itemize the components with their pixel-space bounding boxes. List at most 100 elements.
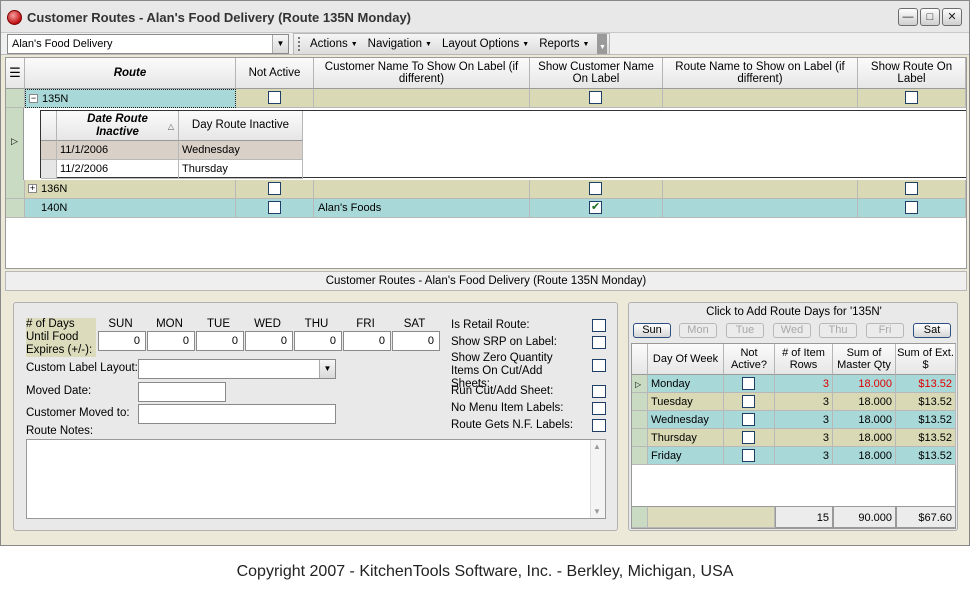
header-date-route-inactive[interactable]: Date Route Inactive △ bbox=[57, 111, 179, 141]
row-selector[interactable] bbox=[6, 199, 25, 218]
route-cell[interactable]: 140N bbox=[25, 199, 236, 218]
day-of-week-cell[interactable]: Wednesday bbox=[648, 411, 724, 429]
menu-layout-options[interactable]: Layout Options ▼ bbox=[442, 38, 529, 50]
show-srp-checkbox[interactable] bbox=[592, 336, 606, 349]
route-name-label-cell[interactable] bbox=[663, 89, 858, 108]
subrow-selector[interactable] bbox=[41, 141, 57, 160]
not-active-checkbox[interactable] bbox=[268, 182, 281, 195]
add-day-sun-button[interactable]: Sun bbox=[633, 323, 671, 338]
add-day-tue-button[interactable]: Tue bbox=[726, 323, 764, 338]
row-selector[interactable] bbox=[6, 89, 25, 108]
show-route-checkbox[interactable] bbox=[905, 201, 918, 214]
table-row[interactable]: + 136N bbox=[6, 180, 966, 199]
customer-name-label-cell[interactable]: Alan's Foods bbox=[314, 199, 530, 218]
notes-scrollbar[interactable]: ▲ ▼ bbox=[590, 440, 605, 518]
show-customer-name-checkbox[interactable] bbox=[589, 182, 602, 195]
row-selector[interactable] bbox=[632, 447, 648, 465]
column-chooser-icon[interactable]: ☰ bbox=[6, 58, 25, 89]
not-active-checkbox[interactable] bbox=[268, 91, 281, 104]
expire-days-sun-input[interactable]: 0 bbox=[98, 331, 146, 351]
header-day-of-week[interactable]: Day Of Week bbox=[648, 344, 724, 375]
show-route-checkbox[interactable] bbox=[905, 91, 918, 104]
day-of-week-cell[interactable]: Monday bbox=[648, 375, 724, 393]
row-selector[interactable] bbox=[6, 180, 25, 199]
expire-days-thu-input[interactable]: 0 bbox=[294, 331, 342, 351]
row-selector[interactable] bbox=[632, 411, 648, 429]
chevron-down-icon[interactable]: ▼ bbox=[319, 360, 335, 378]
day-not-active-checkbox[interactable] bbox=[742, 449, 755, 462]
day-not-active-checkbox[interactable] bbox=[742, 395, 755, 408]
show-customer-name-checkbox[interactable] bbox=[589, 91, 602, 104]
header-show-customer-name[interactable]: Show Customer Name On Label bbox=[530, 58, 663, 89]
header-master-qty[interactable]: Sum of Master Qty bbox=[833, 344, 896, 375]
add-day-sat-button[interactable]: Sat bbox=[913, 323, 951, 338]
show-customer-name-checkbox[interactable] bbox=[589, 200, 602, 214]
route-name-label-cell[interactable] bbox=[663, 180, 858, 199]
header-route-name-label[interactable]: Route Name to Show on Label (if differen… bbox=[663, 58, 858, 89]
header-day-not-active[interactable]: Not Active? bbox=[724, 344, 775, 375]
moved-date-input[interactable] bbox=[138, 382, 226, 402]
table-row[interactable]: − 135N bbox=[6, 89, 966, 108]
add-day-wed-button[interactable]: Wed bbox=[773, 323, 811, 338]
row-selector[interactable] bbox=[632, 393, 648, 411]
header-day-route-inactive[interactable]: Day Route Inactive bbox=[179, 111, 303, 141]
no-menu-labels-checkbox[interactable] bbox=[592, 402, 606, 415]
menu-navigation[interactable]: Navigation ▼ bbox=[368, 38, 432, 50]
subrow-selector[interactable] bbox=[41, 160, 57, 179]
close-button[interactable]: ✕ bbox=[942, 8, 962, 26]
route-cell[interactable]: + 136N bbox=[25, 180, 236, 199]
route-cell[interactable]: − 135N bbox=[25, 89, 236, 108]
inactive-day-cell[interactable]: Wednesday bbox=[179, 141, 303, 160]
customer-name-label-cell[interactable] bbox=[314, 89, 530, 108]
header-show-route[interactable]: Show Route On Label bbox=[858, 58, 966, 89]
table-row[interactable]: 140N Alan's Foods bbox=[6, 199, 966, 218]
header-ext-dollars[interactable]: Sum of Ext. $ bbox=[896, 344, 956, 375]
company-select[interactable]: Alan's Food Delivery ▼ bbox=[7, 34, 289, 54]
day-not-active-checkbox[interactable] bbox=[742, 377, 755, 390]
toolbar-overflow-icon[interactable]: ▼ bbox=[597, 34, 608, 54]
maximize-button[interactable]: □ bbox=[920, 8, 940, 26]
menu-reports[interactable]: Reports ▼ bbox=[539, 38, 589, 50]
expand-icon[interactable]: + bbox=[28, 184, 37, 193]
add-day-fri-button[interactable]: Fri bbox=[866, 323, 904, 338]
expire-days-tue-input[interactable]: 0 bbox=[196, 331, 244, 351]
inactive-date-cell[interactable]: 11/2/2006 bbox=[57, 160, 179, 179]
day-of-week-cell[interactable]: Friday bbox=[648, 447, 724, 465]
customer-moved-to-input[interactable] bbox=[138, 404, 336, 424]
toolbar-grip-icon[interactable] bbox=[298, 37, 301, 51]
nf-labels-checkbox[interactable] bbox=[592, 419, 606, 432]
show-route-checkbox[interactable] bbox=[905, 182, 918, 195]
add-day-mon-button[interactable]: Mon bbox=[679, 323, 717, 338]
header-not-active[interactable]: Not Active bbox=[236, 58, 314, 89]
scroll-up-icon[interactable]: ▲ bbox=[593, 442, 601, 451]
menu-actions[interactable]: Actions ▼ bbox=[310, 38, 358, 50]
day-not-active-checkbox[interactable] bbox=[742, 431, 755, 444]
custom-label-layout-select[interactable]: ▼ bbox=[138, 359, 336, 379]
row-selector[interactable] bbox=[632, 429, 648, 447]
minimize-button[interactable]: — bbox=[898, 8, 918, 26]
day-of-week-cell[interactable]: Tuesday bbox=[648, 393, 724, 411]
chevron-down-icon[interactable]: ▼ bbox=[272, 35, 288, 53]
add-day-thu-button[interactable]: Thu bbox=[819, 323, 857, 338]
collapse-icon[interactable]: − bbox=[29, 94, 38, 103]
detail-row-selector[interactable]: ▷ bbox=[6, 108, 24, 180]
day-of-week-cell[interactable]: Thursday bbox=[648, 429, 724, 447]
route-notes-textarea[interactable]: ▲ ▼ bbox=[26, 439, 606, 519]
run-cut-add-checkbox[interactable] bbox=[592, 385, 606, 398]
expire-days-wed-input[interactable]: 0 bbox=[245, 331, 293, 351]
header-item-rows[interactable]: # of Item Rows bbox=[775, 344, 833, 375]
day-not-active-checkbox[interactable] bbox=[742, 413, 755, 426]
expire-days-sat-input[interactable]: 0 bbox=[392, 331, 440, 351]
expire-days-fri-input[interactable]: 0 bbox=[343, 331, 391, 351]
expire-days-mon-input[interactable]: 0 bbox=[147, 331, 195, 351]
not-active-checkbox[interactable] bbox=[268, 201, 281, 214]
inactive-date-cell[interactable]: 11/1/2006 bbox=[57, 141, 179, 160]
inactive-day-cell[interactable]: Thursday bbox=[179, 160, 303, 179]
header-route[interactable]: Route bbox=[25, 58, 236, 89]
route-name-label-cell[interactable] bbox=[663, 199, 858, 218]
row-selector[interactable]: ▷ bbox=[632, 375, 648, 393]
retail-route-checkbox[interactable] bbox=[592, 319, 606, 332]
header-customer-name-label[interactable]: Customer Name To Show On Label (if diffe… bbox=[314, 58, 530, 89]
customer-name-label-cell[interactable] bbox=[314, 180, 530, 199]
show-zero-qty-checkbox[interactable] bbox=[592, 359, 606, 372]
